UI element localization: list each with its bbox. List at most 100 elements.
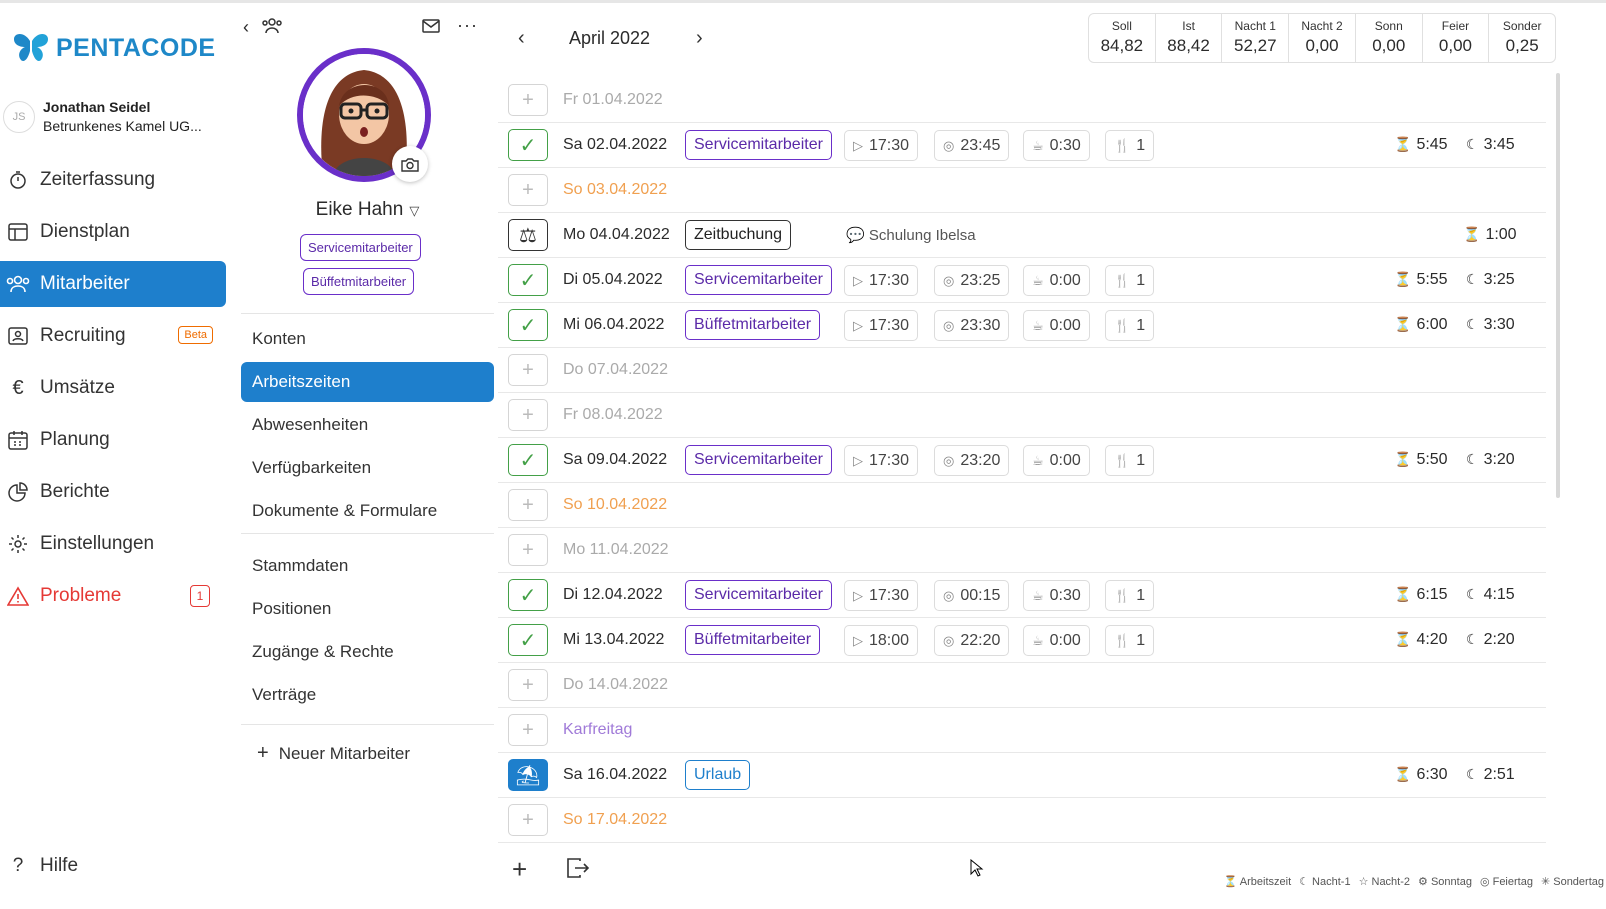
bottom-toolbar: + ⏳ Arbeitszeit ☾ Nacht-1 ☆ Nacht-2 ⚙ So…	[498, 851, 1606, 891]
menu-item-zugaenge[interactable]: Zugänge & Rechte	[241, 632, 494, 672]
day-row: ⛱ Sa 16.04.2022 Urlaub ⏳ 6:30 ☾ 2:51	[498, 753, 1546, 798]
prev-month-icon[interactable]: ‹	[518, 27, 525, 50]
next-month-icon[interactable]: ›	[696, 27, 703, 50]
end-time-pill[interactable]: ◎ 23:25	[934, 265, 1010, 296]
add-shift-button[interactable]: +	[508, 669, 548, 701]
current-user[interactable]: JS Jonathan Seidel Betrunkenes Kamel UG.…	[3, 99, 202, 134]
logo[interactable]: PENTACODE	[12, 31, 216, 65]
nav-item-berichte[interactable]: Berichte	[0, 469, 226, 515]
start-time-pill[interactable]: ▷ 17:30	[844, 445, 919, 476]
shift-position-tag[interactable]: Servicemitarbeiter	[685, 265, 832, 295]
end-time-pill[interactable]: ◎ 22:20	[934, 625, 1010, 656]
meal-pill[interactable]: 🍴 1	[1105, 130, 1155, 161]
break-pill[interactable]: ☕ 0:00	[1023, 445, 1090, 476]
employee-profile: ‹ ··· Eike Hahn ▽ Servicemitarbeiter Büf…	[241, 3, 494, 909]
meal-pill[interactable]: 🍴 1	[1105, 580, 1155, 611]
time-booking-tag[interactable]: Zeitbuchung	[685, 220, 792, 250]
add-shift-button[interactable]: +	[508, 354, 548, 386]
break-pill[interactable]: ☕ 0:00	[1023, 310, 1090, 341]
nav-item-einstellungen[interactable]: Einstellungen	[0, 521, 226, 567]
start-time: 17:30	[869, 451, 910, 469]
break-pill[interactable]: ☕ 0:00	[1023, 625, 1090, 656]
break-pill[interactable]: ☕ 0:00	[1023, 265, 1090, 296]
meal-pill[interactable]: 🍴 1	[1105, 445, 1155, 476]
break-pill[interactable]: ☕ 0:30	[1023, 580, 1090, 611]
export-icon[interactable]	[566, 857, 590, 885]
nav-item-umsaetze[interactable]: € Umsätze	[0, 365, 226, 411]
role-tag[interactable]: Büffetmitarbeiter	[303, 268, 415, 295]
cutlery-icon: 🍴	[1114, 587, 1131, 603]
start-time: 17:30	[869, 316, 910, 334]
menu-item-positionen[interactable]: Positionen	[241, 589, 494, 629]
nav-item-mitarbeiter[interactable]: Mitarbeiter	[0, 261, 226, 307]
shift-position-tag[interactable]: Servicemitarbeiter	[685, 130, 832, 160]
shift-position-tag[interactable]: Servicemitarbeiter	[685, 445, 832, 475]
nav-item-recruiting[interactable]: Recruiting Beta	[0, 313, 226, 359]
employee-name-dropdown[interactable]: Eike Hahn ▽	[241, 199, 494, 221]
add-shift-button[interactable]: +	[508, 534, 548, 566]
add-shift-button[interactable]: +	[508, 804, 548, 836]
approved-check-button[interactable]: ✓	[508, 579, 548, 611]
meal-pill[interactable]: 🍴 1	[1105, 625, 1155, 656]
add-shift-button[interactable]: +	[508, 489, 548, 521]
meal-pill[interactable]: 🍴 1	[1105, 310, 1155, 341]
menu-item-abwesenheiten[interactable]: Abwesenheiten	[241, 405, 494, 445]
nav-item-zeiterfassung[interactable]: Zeiterfassung	[0, 157, 226, 203]
work-time: 4:20	[1416, 631, 1448, 648]
end-time-pill[interactable]: ◎ 23:45	[934, 130, 1010, 161]
mail-icon[interactable]	[422, 19, 440, 38]
add-shift-button[interactable]: +	[508, 174, 548, 206]
add-entry-icon[interactable]: +	[512, 854, 527, 885]
scrollbar[interactable]	[1556, 73, 1560, 498]
nav-item-planung[interactable]: Planung	[0, 417, 226, 463]
start-time-pill[interactable]: ▷ 17:30	[844, 580, 919, 611]
approved-check-button[interactable]: ✓	[508, 624, 548, 656]
night-time: 3:30	[1483, 316, 1515, 333]
new-employee-button[interactable]: + Neuer Mitarbeiter	[257, 742, 410, 765]
menu-item-verfuegbarkeiten[interactable]: Verfügbarkeiten	[241, 448, 494, 488]
break-time: 0:00	[1049, 451, 1081, 469]
end-time-pill[interactable]: ◎ 23:30	[934, 310, 1010, 341]
team-icon[interactable]	[261, 17, 283, 40]
hourglass-icon: ⏳	[1394, 271, 1412, 287]
start-time-pill[interactable]: ▷ 17:30	[844, 310, 919, 341]
approved-check-button[interactable]: ✓	[508, 309, 548, 341]
balance-scale-button[interactable]: ⚖	[508, 219, 548, 251]
shift-position-tag[interactable]: Servicemitarbeiter	[685, 580, 832, 610]
shift-position-tag[interactable]: Büffetmitarbeiter	[685, 625, 821, 655]
add-shift-button[interactable]: +	[508, 84, 548, 116]
hourglass-icon: ⏳	[1394, 451, 1412, 467]
menu-item-stammdaten[interactable]: Stammdaten	[241, 546, 494, 586]
nav-item-dienstplan[interactable]: Dienstplan	[0, 209, 226, 255]
menu-item-dokumente[interactable]: Dokumente & Formulare	[241, 491, 494, 531]
vacation-tag[interactable]: Urlaub	[685, 760, 751, 790]
approved-check-button[interactable]: ✓	[508, 129, 548, 161]
start-time-pill[interactable]: ▷ 18:00	[844, 625, 919, 656]
summary-ist: Ist 88,42	[1156, 14, 1223, 62]
approved-check-button[interactable]: ✓	[508, 264, 548, 296]
end-time-pill[interactable]: ◎ 00:15	[934, 580, 1010, 611]
menu-item-vertraege[interactable]: Verträge	[241, 675, 494, 715]
break-pill[interactable]: ☕ 0:30	[1023, 130, 1090, 161]
legend-label: Sonntag	[1430, 876, 1472, 888]
approved-check-button[interactable]: ✓	[508, 444, 548, 476]
menu-item-konten[interactable]: Konten	[241, 319, 494, 359]
add-shift-button[interactable]: +	[508, 714, 548, 746]
meal-pill[interactable]: 🍴 1	[1105, 265, 1155, 296]
camera-icon[interactable]	[392, 146, 428, 182]
work-time-stat: ⏳ 1:00	[1463, 226, 1517, 244]
start-time-pill[interactable]: ▷ 17:30	[844, 130, 919, 161]
menu-item-arbeitszeiten[interactable]: Arbeitszeiten	[241, 362, 494, 402]
role-tag[interactable]: Servicemitarbeiter	[300, 234, 421, 261]
end-time-pill[interactable]: ◎ 23:20	[934, 445, 1010, 476]
end-time: 22:20	[960, 631, 1001, 649]
shift-position-tag[interactable]: Büffetmitarbeiter	[685, 310, 821, 340]
add-shift-button[interactable]: +	[508, 399, 548, 431]
play-icon: ▷	[853, 317, 863, 333]
vacation-button[interactable]: ⛱	[508, 759, 548, 791]
more-icon[interactable]: ···	[457, 15, 478, 36]
nav-item-probleme[interactable]: Probleme 1	[0, 573, 226, 619]
start-time-pill[interactable]: ▷ 17:30	[844, 265, 919, 296]
back-chevron-icon[interactable]: ‹	[243, 17, 249, 38]
help-link[interactable]: ? Hilfe	[6, 855, 78, 877]
